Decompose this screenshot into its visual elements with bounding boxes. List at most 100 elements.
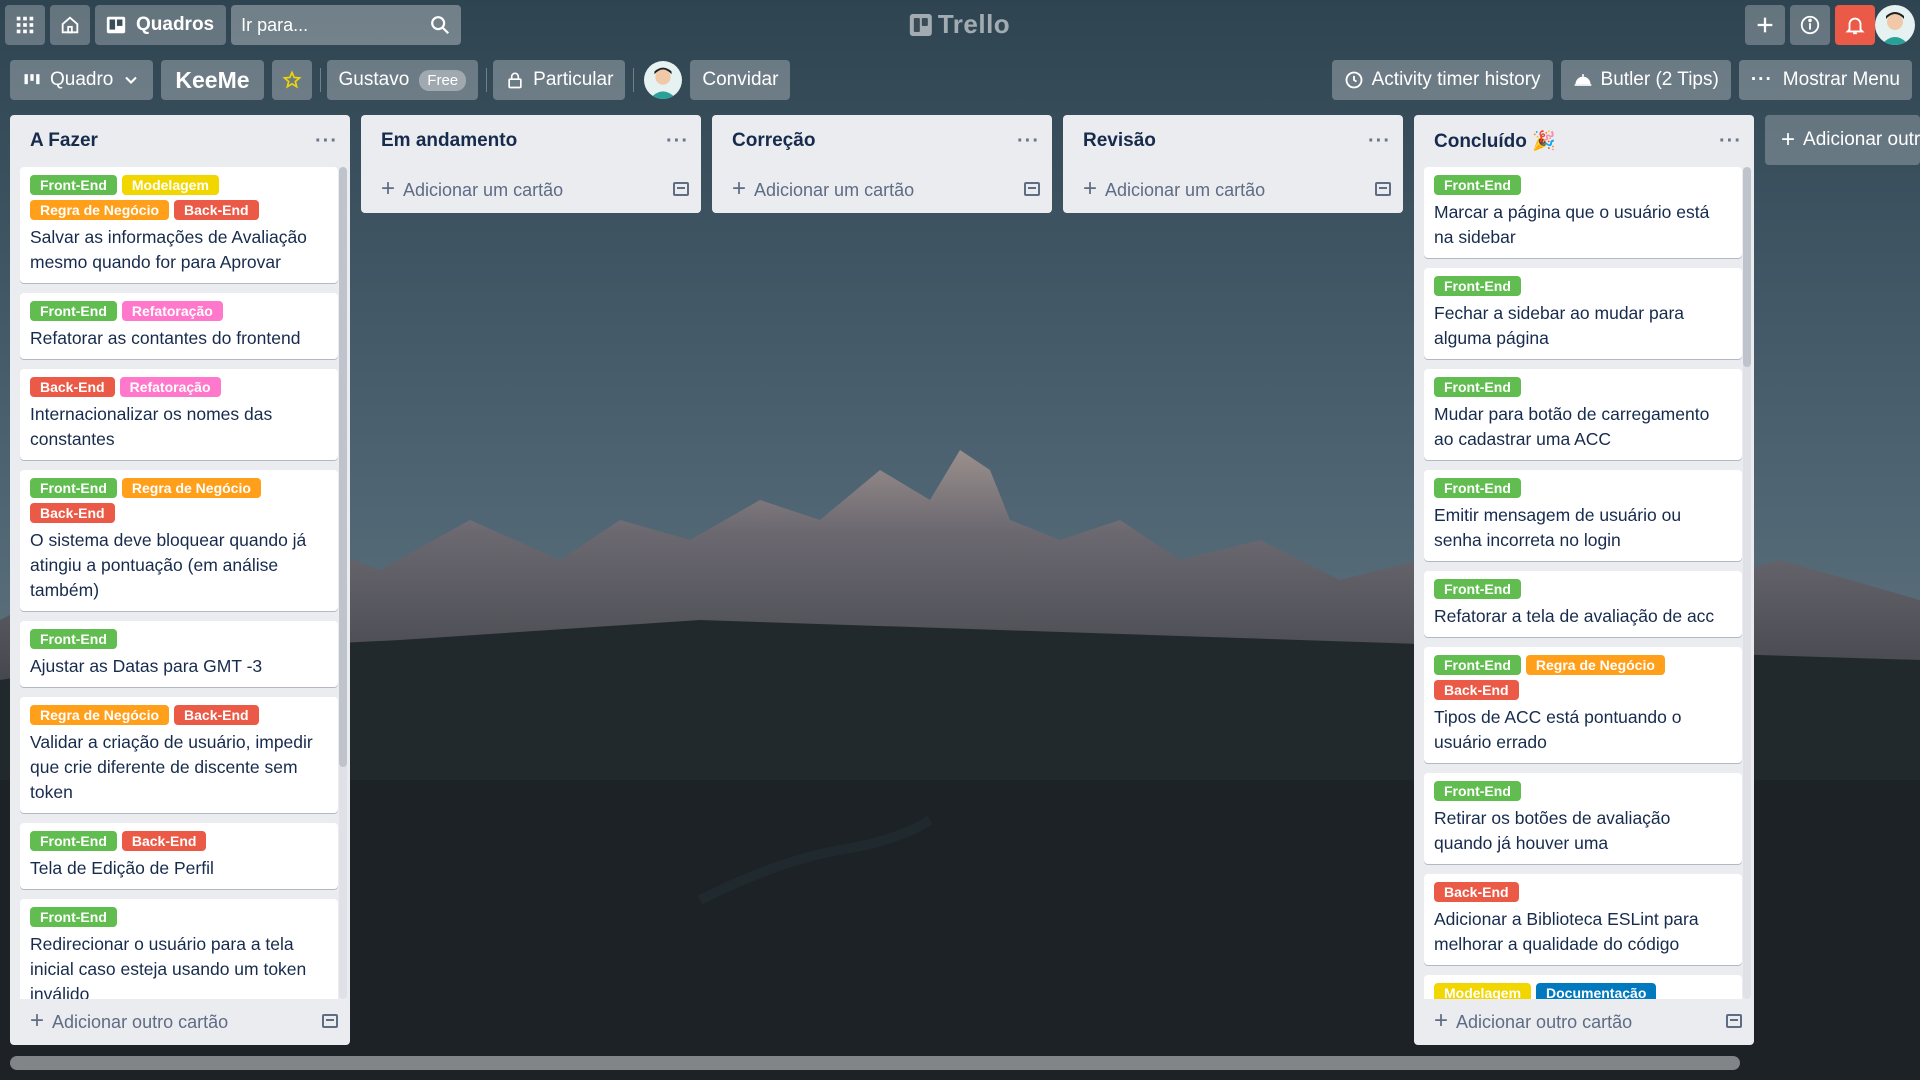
card-template-icon[interactable] xyxy=(673,182,689,196)
card-label[interactable]: Front-End xyxy=(30,629,117,649)
list-scrollbar[interactable] xyxy=(1743,167,1751,999)
card[interactable]: Front-End Refatoração Refatorar as contant… xyxy=(20,293,338,359)
activity-timer-button[interactable]: Activity timer history xyxy=(1331,60,1553,100)
show-menu-button[interactable]: ··· Mostrar Menu xyxy=(1738,60,1912,100)
list-header[interactable]: Concluído 🎉 ··· xyxy=(1414,115,1754,167)
list-title[interactable]: A Fazer xyxy=(30,130,98,152)
card-template-icon[interactable] xyxy=(1375,182,1391,196)
search-input[interactable]: Ir para... xyxy=(231,5,462,45)
list-header[interactable]: Correção ··· xyxy=(712,115,1052,167)
card-label[interactable]: Back-End xyxy=(174,200,259,220)
card-label[interactable]: Front-End xyxy=(1434,175,1521,195)
card[interactable]: Front-End Fechar a sidebar ao mudar para … xyxy=(1424,268,1742,359)
add-card-button[interactable]: + Adicionar um cartão xyxy=(712,167,1052,211)
star-button[interactable] xyxy=(271,60,312,100)
card-label[interactable]: Front-End xyxy=(30,301,117,321)
card-template-icon[interactable] xyxy=(322,1014,338,1028)
list-title[interactable]: Correção xyxy=(732,130,815,152)
card-label[interactable]: Refatoração xyxy=(119,377,221,397)
card[interactable]: Back-End Adicionar a Biblioteca ESLint pa… xyxy=(1424,874,1742,965)
card-container: Front-End Modelagem Regra de Negócio Back-E… xyxy=(10,167,350,999)
board-horizontal-scrollbar[interactable] xyxy=(10,1056,1740,1070)
card[interactable]: Front-End Regra de Negócio Back-End O siste… xyxy=(20,470,338,611)
team-button[interactable]: Gustavo Free xyxy=(326,60,479,100)
user-avatar[interactable] xyxy=(1875,5,1915,45)
list-header[interactable]: A Fazer ··· xyxy=(10,115,350,167)
card[interactable]: Regra de Negócio Back-End Validar a criaçã… xyxy=(20,697,338,813)
list-menu-button[interactable]: ··· xyxy=(1017,130,1040,153)
card-title: Adicionar a Biblioteca ESLint para melho… xyxy=(1434,909,1699,954)
home-button[interactable] xyxy=(50,5,90,45)
card[interactable]: Front-End Emitir mensagem de usuário ou s… xyxy=(1424,470,1742,561)
card[interactable]: Front-End Modelagem Regra de Negócio Back-E… xyxy=(20,167,338,283)
card-label[interactable]: Front-End xyxy=(1434,781,1521,801)
add-list-button[interactable]: + Adicionar outra lista xyxy=(1765,115,1920,165)
apps-button[interactable] xyxy=(5,5,45,45)
create-button[interactable] xyxy=(1745,5,1785,45)
card[interactable]: Front-End Redirecionar o usuário para a t… xyxy=(20,899,338,999)
card[interactable]: Front-End Retirar os botões de avaliação … xyxy=(1424,773,1742,864)
card[interactable]: Front-End Marcar a página que o usuário e… xyxy=(1424,167,1742,258)
add-card-button[interactable]: + Adicionar outro cartão xyxy=(10,999,350,1043)
card-label[interactable]: Refatoração xyxy=(121,301,223,321)
card[interactable]: Front-End Regra de Negócio Back-End Tipos d… xyxy=(1424,647,1742,763)
card-labels: Front-End xyxy=(1434,781,1732,806)
butler-button[interactable]: Butler (2 Tips) xyxy=(1560,60,1731,100)
card-label[interactable]: Regra de Negócio xyxy=(30,705,170,725)
card-label[interactable]: Modelagem xyxy=(121,175,219,195)
scrollbar-thumb[interactable] xyxy=(1743,167,1751,367)
card-label[interactable]: Documentação xyxy=(1536,983,1657,999)
list-title[interactable]: Revisão xyxy=(1083,130,1156,152)
card-label[interactable]: Back-End xyxy=(1434,680,1519,700)
list-menu-button[interactable]: ··· xyxy=(1368,130,1391,153)
invite-button[interactable]: Convidar xyxy=(690,60,791,100)
add-card-button[interactable]: + Adicionar um cartão xyxy=(361,167,701,211)
view-switcher-button[interactable]: Quadro xyxy=(10,60,154,100)
list-menu-button[interactable]: ··· xyxy=(315,130,338,153)
add-card-button[interactable]: + Adicionar outro cartão xyxy=(1414,999,1754,1043)
trello-logo[interactable]: Trello xyxy=(909,9,1010,40)
card-label[interactable]: Modelagem xyxy=(1434,983,1532,999)
card-label[interactable]: Front-End xyxy=(1434,655,1521,675)
list-menu-button[interactable]: ··· xyxy=(666,130,689,153)
list-title[interactable]: Em andamento xyxy=(381,130,517,152)
list-header[interactable]: Em andamento ··· xyxy=(361,115,701,167)
card-label[interactable]: Front-End xyxy=(30,175,117,195)
card-label[interactable]: Front-End xyxy=(1434,579,1521,599)
card-label[interactable]: Back-End xyxy=(30,503,115,523)
board-name-button[interactable]: KeeMe xyxy=(161,60,264,100)
card-label[interactable]: Front-End xyxy=(1434,478,1521,498)
card[interactable]: Back-End Refatoração Internacionalizar os … xyxy=(20,369,338,460)
card-label[interactable]: Front-End xyxy=(30,831,117,851)
card[interactable]: Front-End Mudar para botão de carregament… xyxy=(1424,369,1742,460)
card-label[interactable]: Regra de Negócio xyxy=(1525,655,1665,675)
card-label[interactable]: Regra de Negócio xyxy=(30,200,170,220)
info-button[interactable] xyxy=(1790,5,1830,45)
scrollbar-thumb[interactable] xyxy=(339,167,347,767)
card-label[interactable]: Front-End xyxy=(1434,276,1521,296)
boards-button[interactable]: Quadros xyxy=(95,5,227,45)
card-label[interactable]: Back-End xyxy=(1434,882,1519,902)
card[interactable]: Front-End Ajustar as Datas para GMT -3 xyxy=(20,621,338,687)
card-template-icon[interactable] xyxy=(1726,1014,1742,1028)
list-scrollbar[interactable] xyxy=(339,167,347,999)
card-label[interactable]: Front-End xyxy=(1434,377,1521,397)
member-avatar[interactable] xyxy=(644,61,683,99)
card[interactable]: Modelagem Documentação xyxy=(1424,975,1742,999)
avatar-icon xyxy=(650,67,677,99)
card-label[interactable]: Regra de Negócio xyxy=(121,478,261,498)
list-title[interactable]: Concluído 🎉 xyxy=(1434,129,1556,153)
card-label[interactable]: Back-End xyxy=(121,831,207,851)
card[interactable]: Front-End Refatorar a tela de avaliação d… xyxy=(1424,571,1742,637)
visibility-button[interactable]: Particular xyxy=(493,60,626,100)
card-template-icon[interactable] xyxy=(1024,182,1040,196)
notifications-button[interactable] xyxy=(1835,5,1875,45)
card-label[interactable]: Back-End xyxy=(174,705,259,725)
card-label[interactable]: Front-End xyxy=(30,478,117,498)
list-header[interactable]: Revisão ··· xyxy=(1063,115,1403,167)
card-label[interactable]: Front-End xyxy=(30,907,117,927)
add-card-button[interactable]: + Adicionar um cartão xyxy=(1063,167,1403,211)
list-menu-button[interactable]: ··· xyxy=(1719,130,1742,153)
card[interactable]: Front-End Back-End Tela de Edição de Perfi… xyxy=(20,823,338,889)
card-label[interactable]: Back-End xyxy=(30,377,115,397)
